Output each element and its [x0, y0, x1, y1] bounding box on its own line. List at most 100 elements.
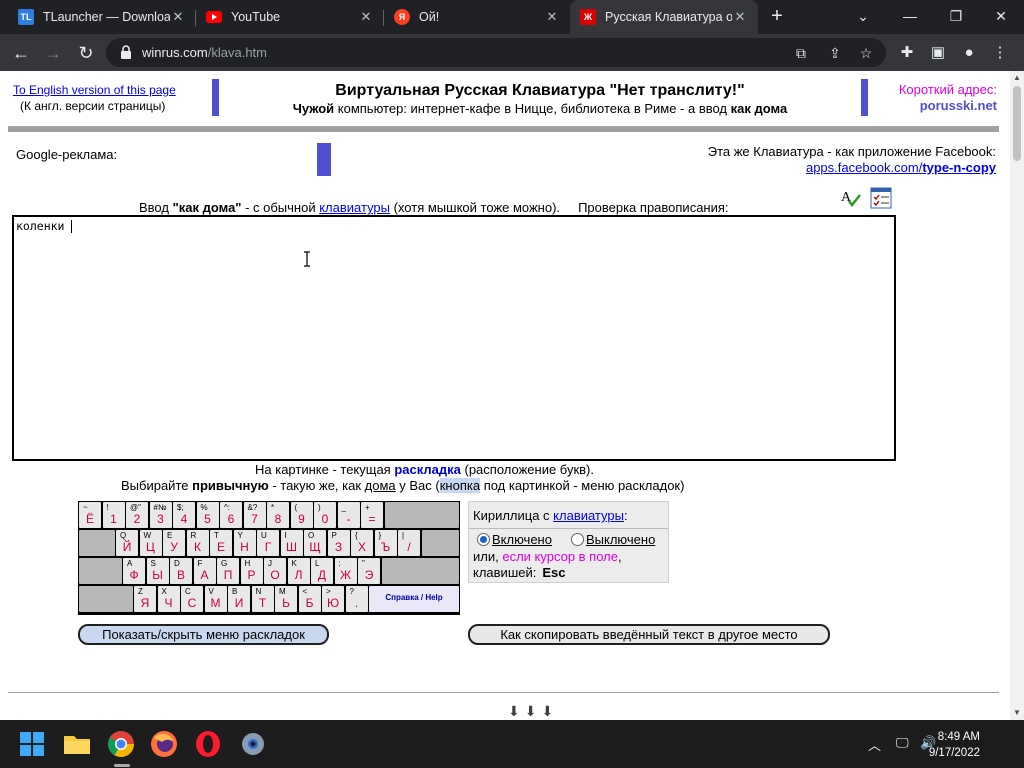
keyboard-key[interactable]: VМ [204, 586, 227, 612]
translate-icon[interactable]: ⧉ [790, 42, 812, 64]
keyboard-key[interactable]: KЛ [287, 558, 310, 584]
keyboard-key[interactable]: } Ъ [374, 530, 397, 556]
keyboard-key[interactable]: _ - [337, 502, 360, 528]
cyrillic-on-label[interactable]: Включено [492, 532, 552, 547]
share-icon[interactable]: ⇪ [824, 42, 846, 64]
address-bar[interactable]: winrus.com/klava.htm ⧉ ⇪ ☆ [106, 38, 886, 67]
keyboard-key[interactable]: QЙ [116, 530, 138, 556]
keyboard-key[interactable]: BИ [228, 586, 250, 612]
keyboard-key[interactable]: + = [361, 502, 383, 528]
close-icon[interactable]: ✕ [544, 9, 560, 25]
keyboard-key[interactable]: % 5 [196, 502, 219, 528]
short-address-link[interactable]: porusski.net [920, 98, 997, 113]
keyboard-key[interactable]: > Ю [322, 586, 344, 612]
file-explorer-icon[interactable] [61, 728, 93, 760]
tab-youtube[interactable]: YouTube ✕ [196, 0, 384, 34]
close-icon[interactable]: ✕ [732, 9, 748, 25]
extensions-icon[interactable]: ✚ [896, 42, 918, 64]
bookmark-star-icon[interactable]: ☆ [855, 42, 877, 64]
keyboard-key[interactable]: ZЯ [134, 586, 156, 612]
modifier-key[interactable] [384, 502, 459, 528]
scroll-down-icon[interactable]: ▼ [1010, 706, 1024, 720]
keyboard-key[interactable]: GП [217, 558, 239, 584]
keyboard-key[interactable]: AФ [123, 558, 145, 584]
keyboard-key[interactable]: ! 1 [102, 502, 125, 528]
keyboard-key[interactable]: | / [398, 530, 420, 556]
minimize-icon[interactable]: — [895, 4, 925, 28]
show-hidden-icons-icon[interactable]: ︿ [868, 735, 881, 754]
keyboard-key[interactable]: EУ [163, 530, 185, 556]
modifier-key[interactable] [381, 558, 459, 584]
keyboard-key[interactable]: < Б [298, 586, 321, 612]
firefox-icon[interactable] [148, 728, 180, 760]
window-close-icon[interactable]: ✕ [986, 4, 1016, 28]
keyboard-key[interactable]: PЗ [327, 530, 350, 556]
cyrillic-keyboard-link[interactable]: клавиатуры [553, 508, 624, 523]
keyboard-key[interactable]: OЩ [304, 530, 326, 556]
keyboard-key[interactable]: ) 0 [314, 502, 336, 528]
keyboard-key[interactable]: TЕ [210, 530, 232, 556]
modifier-key[interactable] [79, 558, 122, 584]
restore-icon[interactable]: ❐ [941, 4, 971, 28]
tab-russian-keyboard[interactable]: Ж Русская Клавиатура о ✕ [570, 0, 758, 34]
keyboard-key[interactable]: @" 2 [126, 502, 148, 528]
keyboard-link[interactable]: клавиатуры [319, 200, 390, 215]
tab-yandex[interactable]: Я Ой! ✕ [384, 0, 570, 34]
keyboard-key[interactable]: WЦ [139, 530, 162, 556]
reload-icon[interactable]: ↻ [73, 40, 99, 66]
tab-tlauncher[interactable]: TL TLauncher — Downloa ✕ [8, 0, 196, 34]
keyboard-key[interactable]: " Э [358, 558, 380, 584]
chrome-icon[interactable] [105, 728, 137, 760]
settings-icon[interactable] [237, 728, 269, 760]
close-icon[interactable]: ✕ [170, 9, 186, 25]
close-icon[interactable]: ✕ [358, 9, 374, 25]
keyboard-key[interactable]: SЫ [146, 558, 169, 584]
keyboard-key[interactable]: (9 [290, 502, 313, 528]
english-version-link[interactable]: To English version of this page [13, 83, 176, 97]
keyboard-key[interactable]: $; 4 [173, 502, 195, 528]
keyboard-key[interactable]: ^: 6 [220, 502, 242, 528]
modifier-key[interactable] [421, 530, 459, 556]
copy-instructions-button[interactable]: Как скопировать введённый текст в другое… [468, 624, 830, 645]
keyboard-key[interactable]: ?. [345, 586, 368, 612]
keyboard-key[interactable]: #№ 3 [149, 502, 172, 528]
modifier-key[interactable] [79, 530, 115, 556]
keyboard-key[interactable]: MЬ [275, 586, 297, 612]
lock-icon[interactable] [118, 44, 134, 60]
keyboard-key[interactable]: JО [264, 558, 286, 584]
scrollbar-thumb[interactable] [1013, 86, 1021, 161]
forward-icon[interactable]: → [40, 40, 66, 66]
network-icon[interactable]: 🖵 [896, 735, 909, 751]
cyrillic-off-radio[interactable] [571, 533, 584, 546]
profile-icon[interactable]: ● [958, 42, 980, 64]
facebook-app-link[interactable]: apps.facebook.com/type-n-copy [806, 160, 996, 175]
checklist-icon[interactable] [870, 187, 892, 209]
toggle-layouts-button[interactable]: Показать/скрыть меню раскладок [78, 624, 329, 645]
keyboard-key[interactable]: &? 7 [243, 502, 266, 528]
keyboard-key[interactable]: {Х [351, 530, 373, 556]
keyboard-key[interactable]: ~ Ё [79, 502, 101, 528]
spellcheck-icon[interactable]: A [840, 187, 862, 209]
scroll-down-arrows-icon[interactable]: ⬇⬇⬇ [508, 703, 558, 720]
keyboard-key[interactable]: FА [193, 558, 216, 584]
windows-start-icon[interactable] [16, 728, 48, 760]
system-clock[interactable]: 8:49 AM 9/17/2022 [929, 729, 980, 761]
keyboard-key[interactable]: IШ [280, 530, 303, 556]
tab-search-icon[interactable]: ⌄ [848, 4, 878, 28]
back-icon[interactable]: ← [8, 40, 34, 66]
modifier-key[interactable] [79, 586, 133, 612]
keyboard-key[interactable]: UГ [257, 530, 279, 556]
keyboard-key[interactable]: :Ж [334, 558, 357, 584]
keyboard-key[interactable]: YН [233, 530, 256, 556]
keyboard-key[interactable]: XЧ [157, 586, 180, 612]
keyboard-key[interactable]: LД [311, 558, 333, 584]
opera-icon[interactable] [192, 728, 224, 760]
keyboard-key[interactable]: HР [240, 558, 263, 584]
text-input-area[interactable]: коленки [12, 215, 896, 461]
keyboard-key[interactable]: DВ [170, 558, 192, 584]
help-key[interactable]: Справка / Help [369, 586, 459, 612]
keyboard-key[interactable]: CС [181, 586, 203, 612]
keyboard-key[interactable]: NТ [251, 586, 274, 612]
page-scrollbar[interactable]: ▲ ▼ [1010, 71, 1024, 720]
side-panel-icon[interactable]: ▣ [927, 42, 949, 64]
